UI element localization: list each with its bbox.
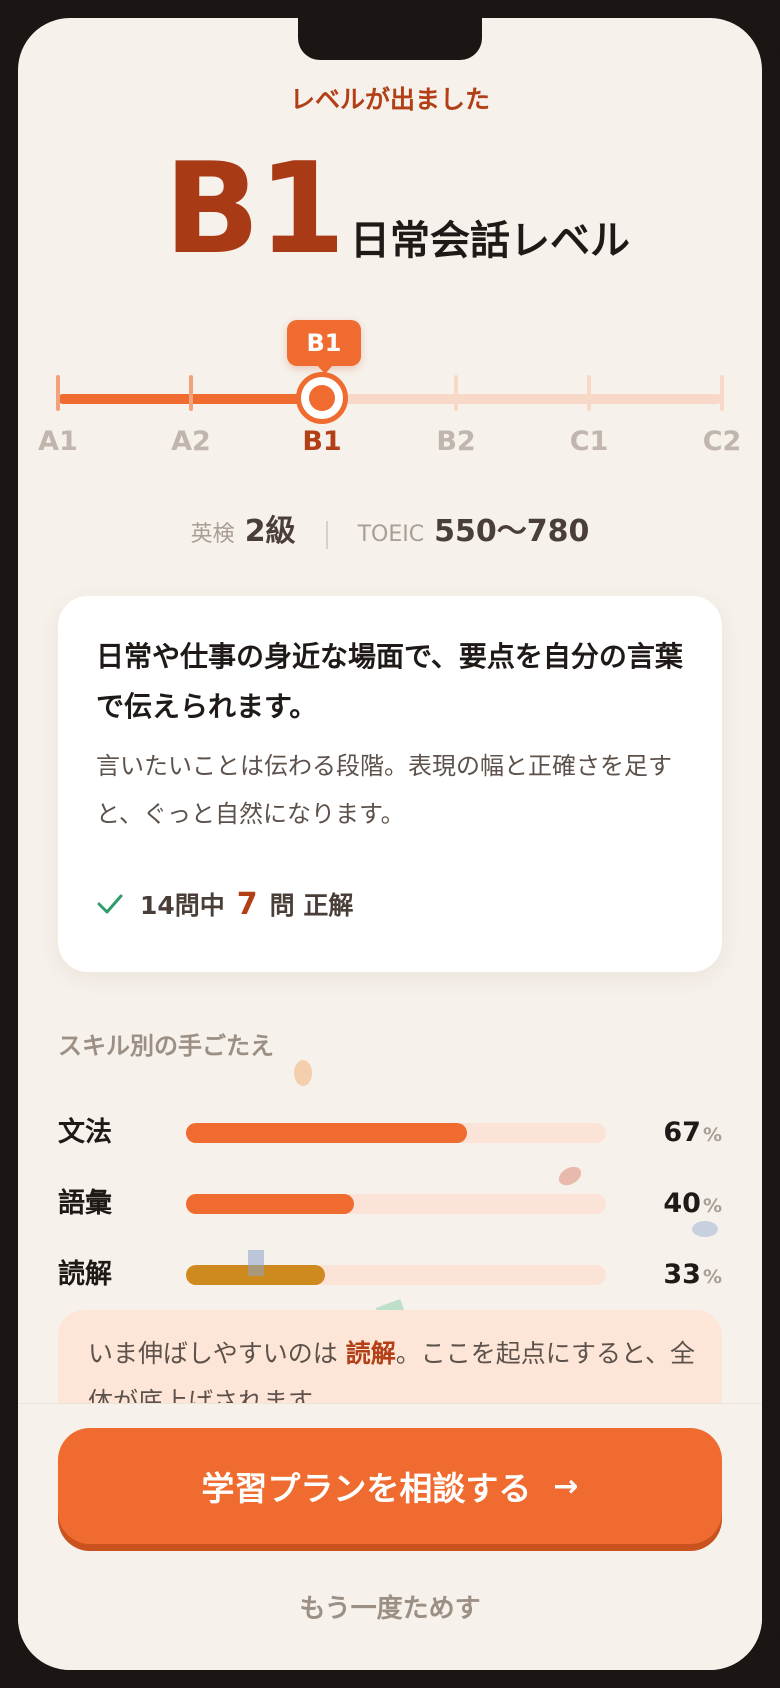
summary-body: 言いたいことは伝わる段階。表現の幅と正確さを足すと、ぐっと自然になります。: [96, 752, 672, 828]
skill-name: 読解: [58, 1259, 112, 1290]
score-result: 14問中 7 問 正解: [96, 886, 353, 922]
confetti-piece: [692, 1221, 718, 1237]
skill-percent: 67%: [663, 1113, 722, 1155]
skill-bar-track: [186, 1123, 606, 1143]
score-equivalents: 英検 2級 TOEIC 550〜780: [18, 506, 762, 550]
skill-percent-value: 67: [663, 1117, 701, 1148]
skill-row-vocabulary: 語彙 40%: [58, 1184, 722, 1224]
tick-c2: [720, 375, 724, 411]
arrow-right-icon: →: [553, 1468, 579, 1504]
scale-label-c1: C1: [569, 426, 609, 457]
summary-title: 日常や仕事の身近な場面で、要点を自分の言葉で伝えられます。: [96, 640, 683, 723]
scale-label-b2: B2: [436, 426, 476, 457]
consult-plan-button[interactable]: 学習プランを相談する →: [58, 1428, 722, 1544]
eiken-value: 2級: [244, 514, 296, 549]
summary-card: 日常や仕事の身近な場面で、要点を自分の言葉で伝えられます。 言いたいことは伝わる…: [58, 596, 722, 972]
toeic-value: 550〜780: [434, 514, 590, 549]
equiv-divider: [325, 521, 328, 549]
tick-c1: [587, 375, 591, 411]
level-pin-badge: B1: [287, 320, 361, 374]
skill-row-reading: 読解 33%: [58, 1255, 722, 1295]
confetti-piece: [248, 1250, 264, 1276]
skill-percent-unit: %: [702, 1195, 722, 1217]
tick-a2: [189, 375, 193, 411]
score-prefix: 14問中: [140, 891, 225, 920]
skill-bar-track: [186, 1194, 606, 1214]
eiken-label: 英検: [190, 522, 235, 547]
level-marker-dot: [309, 385, 335, 411]
score-suffix: 問 正解: [269, 891, 354, 920]
scale-label-c2: C2: [702, 426, 742, 457]
skill-percent-unit: %: [702, 1266, 722, 1288]
skill-bar-fill: [186, 1194, 354, 1214]
skill-percent: 33%: [663, 1255, 722, 1297]
scale-label-a1: A1: [38, 426, 78, 457]
skill-name: 語彙: [58, 1188, 112, 1219]
skill-percent-unit: %: [702, 1124, 722, 1146]
consult-plan-label: 学習プランを相談する: [201, 1469, 532, 1508]
confetti-piece: [294, 1060, 312, 1086]
toeic-label: TOEIC: [357, 522, 425, 547]
retry-button[interactable]: もう一度ためす: [18, 1588, 762, 1625]
result-eyebrow: レベルが出ました: [289, 85, 490, 114]
device-frame: レベルが出ました B1 日常会話レベル B1 A1 A2 B1 B2 C1 C2…: [0, 0, 780, 1688]
skill-percent-value: 40: [663, 1188, 701, 1219]
tip-highlight: 読解: [345, 1339, 396, 1368]
skill-bar-fill: [186, 1123, 468, 1143]
tip-prefix: いま伸ばしやすいのは: [88, 1339, 338, 1368]
check-icon: [97, 894, 123, 914]
skill-percent-value: 33: [663, 1259, 701, 1290]
tick-a1: [56, 375, 60, 411]
app-screen: レベルが出ました B1 日常会話レベル B1 A1 A2 B1 B2 C1 C2…: [18, 18, 762, 1670]
tick-b2: [454, 375, 458, 411]
score-correct: 7: [236, 886, 258, 922]
scale-label-a2: A2: [171, 426, 211, 457]
skills-title: スキル別の手ごたえ: [58, 1032, 274, 1060]
skill-name: 文法: [58, 1117, 112, 1148]
level-code: B1: [164, 135, 346, 282]
skill-percent: 40%: [663, 1184, 722, 1226]
scale-label-b1: B1: [302, 426, 342, 457]
skill-row-grammar: 文法 67%: [58, 1113, 722, 1153]
device-notch: [298, 18, 482, 60]
level-name: 日常会話レベル: [350, 218, 630, 264]
